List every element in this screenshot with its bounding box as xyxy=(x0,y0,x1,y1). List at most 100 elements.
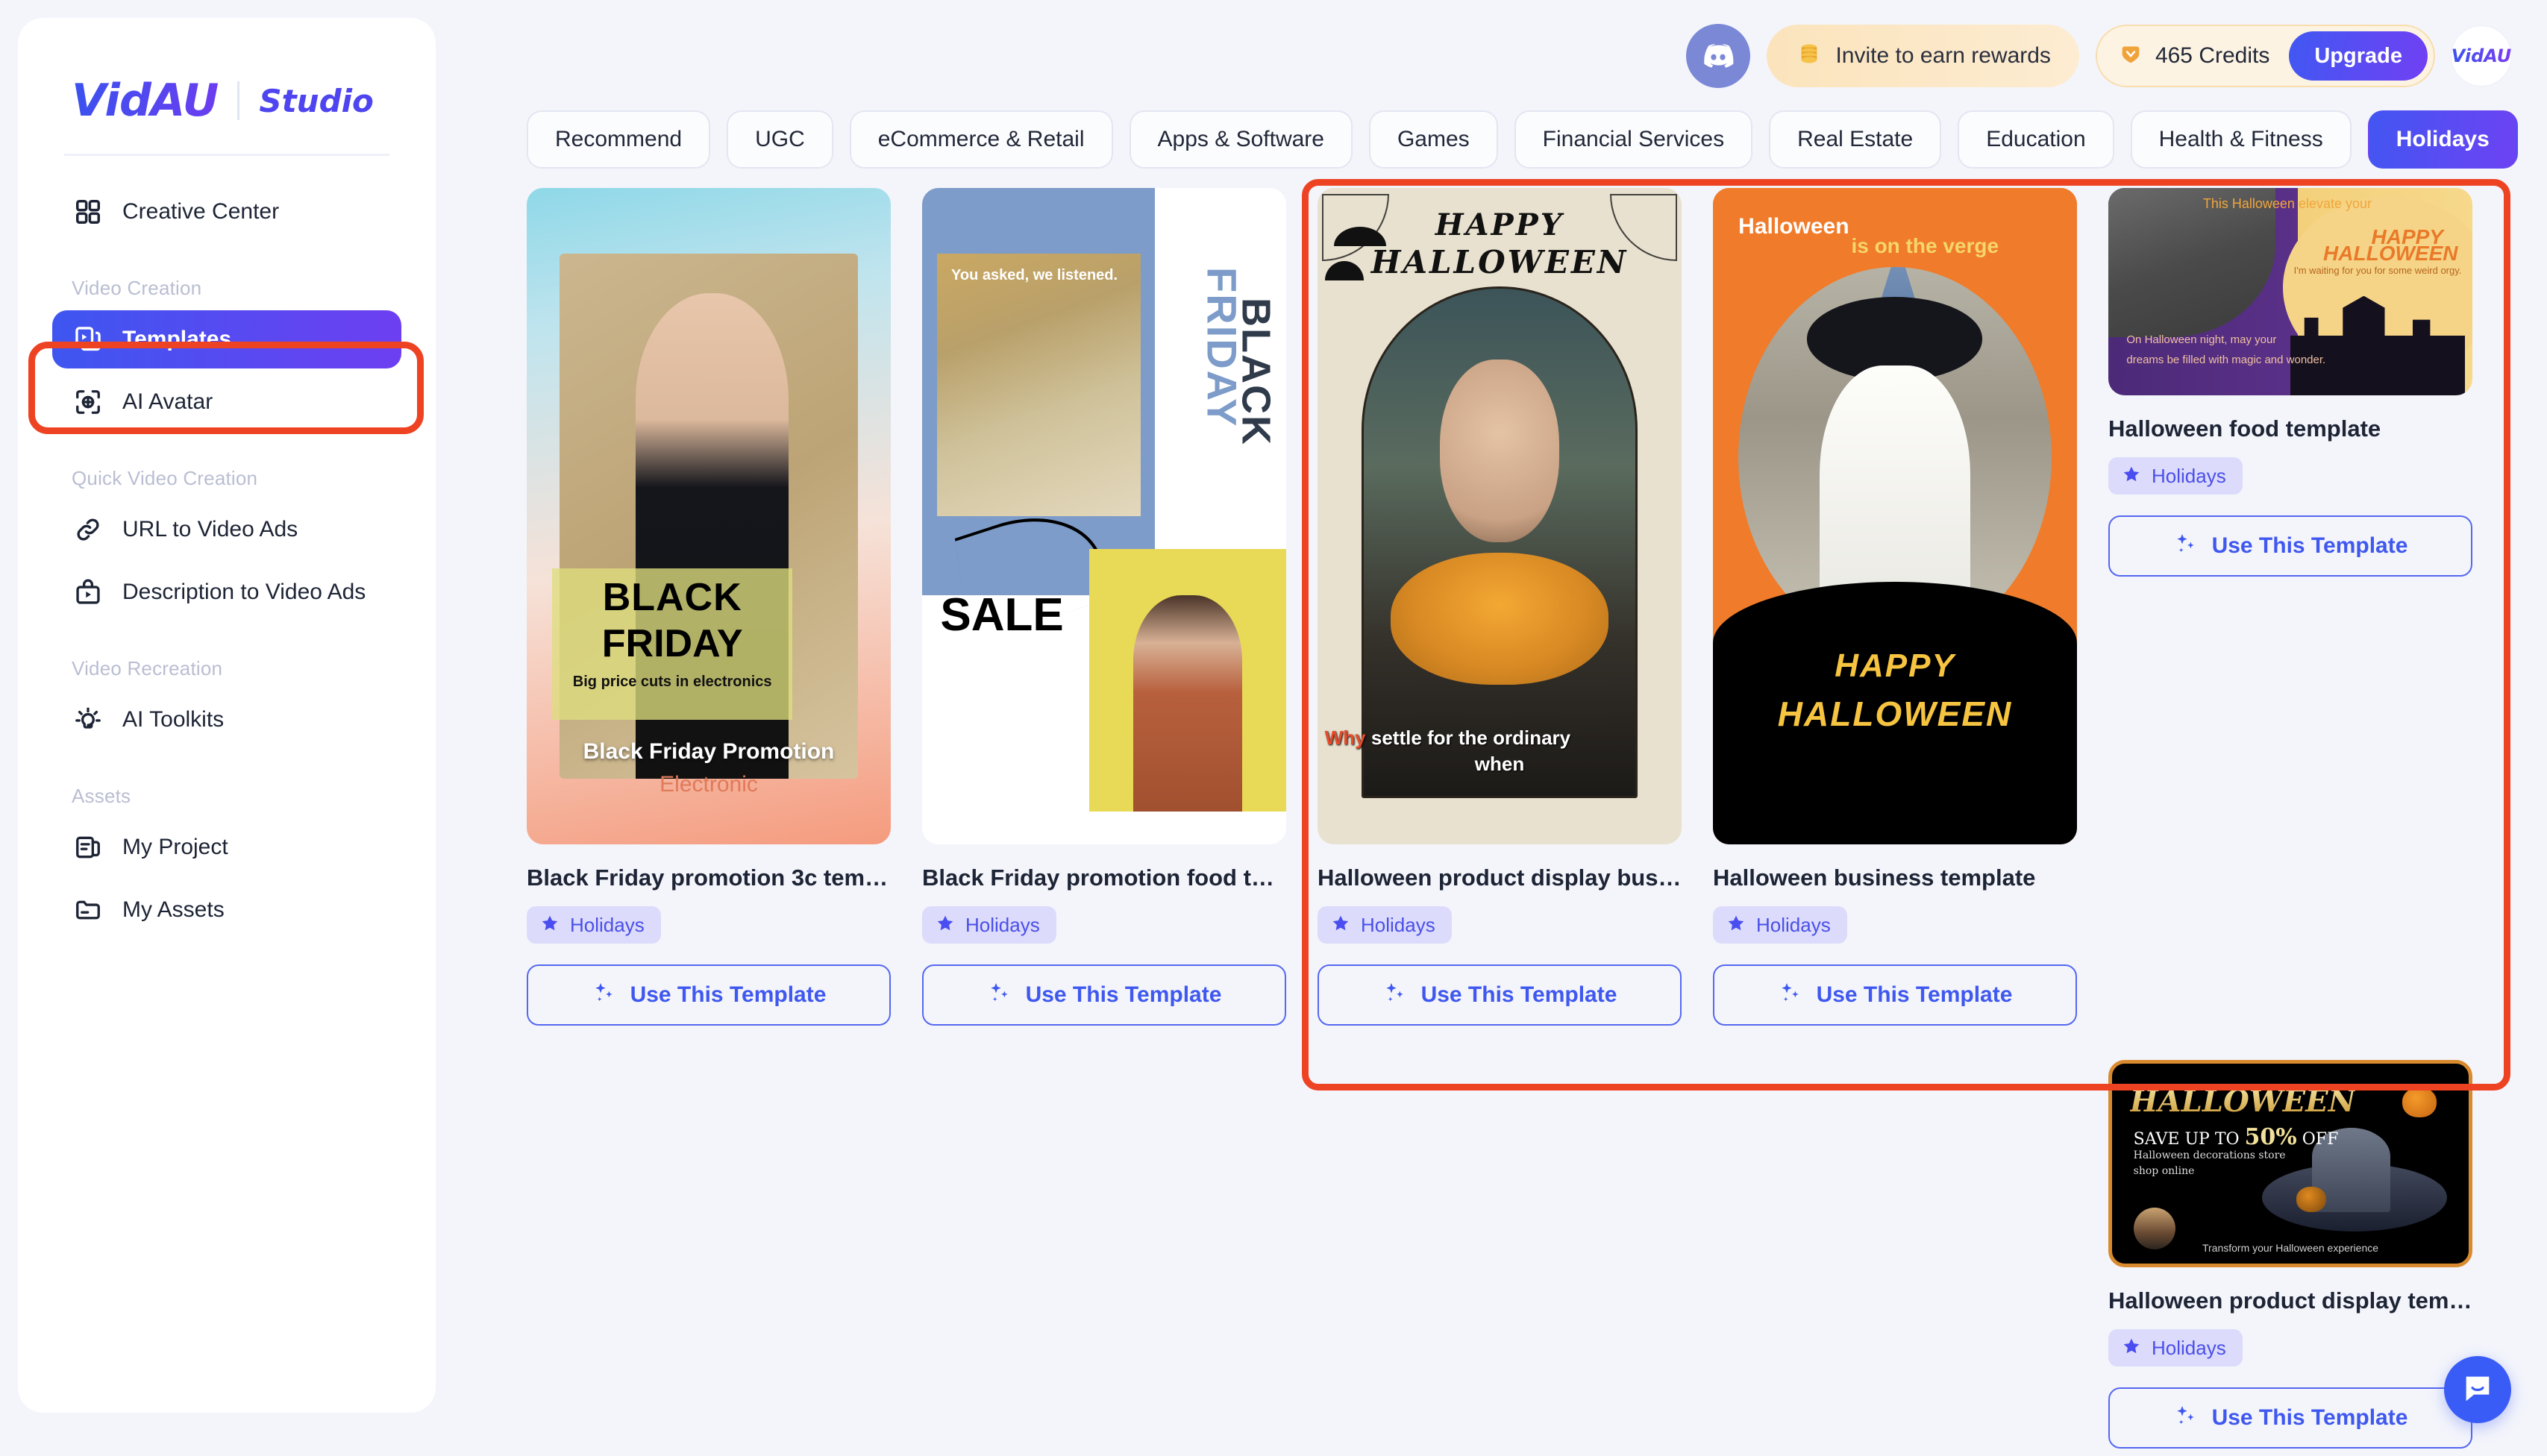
tab-apps-software[interactable]: Apps & Software xyxy=(1129,110,1353,169)
sidebar-item-my-project[interactable]: My Project xyxy=(52,818,401,876)
template-card[interactable]: Halloween is on the verge HAPPY HALLOWEE… xyxy=(1713,188,2077,1026)
brand-logo[interactable]: VidAU Studio xyxy=(18,18,436,137)
template-grid: BLACK FRIDAY Big price cuts in electroni… xyxy=(527,188,2511,1449)
status-badge: Holidays xyxy=(1318,906,1452,944)
discord-button[interactable] xyxy=(1686,24,1751,88)
template-card[interactable]: You asked, we listened. BLACK FRIDAY SAL… xyxy=(922,188,1286,1026)
invite-to-earn-rewards-button[interactable]: Invite to earn rewards xyxy=(1767,25,2079,87)
template-thumbnail[interactable]: Halloween is on the verge HAPPY HALLOWEE… xyxy=(1713,188,2077,844)
use-this-template-button[interactable]: Use This Template xyxy=(1713,964,2077,1026)
badge-label: Holidays xyxy=(965,913,1040,936)
sidebar: VidAU Studio Creative Center Video Creat… xyxy=(18,18,436,1413)
template-card[interactable]: This Halloween elevate your HAPPY HALLOW… xyxy=(2108,188,2472,1026)
tab-real-estate[interactable]: Real Estate xyxy=(1769,110,1942,169)
tab-education[interactable]: Education xyxy=(1958,110,2114,169)
brand-name: VidAU xyxy=(72,75,219,127)
sparkle-icon xyxy=(592,980,615,1010)
status-badge: Holidays xyxy=(527,906,661,944)
star-icon xyxy=(936,914,955,937)
sparkle-icon xyxy=(1382,980,1406,1010)
sidebar-item-creative-center[interactable]: Creative Center xyxy=(52,183,401,241)
category-tabs: Recommend UGC eCommerce & Retail Apps & … xyxy=(527,110,2518,169)
brand-sub: Studio xyxy=(259,82,374,119)
badge-label: Holidays xyxy=(2152,464,2226,487)
thumb-caption: Black Friday Promotion xyxy=(583,739,835,765)
use-this-template-button[interactable]: Use This Template xyxy=(1318,964,1682,1026)
sidebar-item-label: AI Toolkits xyxy=(122,707,225,732)
avatar-frame-icon xyxy=(72,386,104,418)
star-icon xyxy=(540,914,560,937)
sidebar-item-templates[interactable]: Templates xyxy=(52,310,401,368)
star-icon xyxy=(1726,914,1746,937)
thumb-text: FRIDAY xyxy=(601,621,743,665)
template-thumbnail[interactable]: You asked, we listened. BLACK FRIDAY SAL… xyxy=(922,188,1286,844)
invite-label: Invite to earn rewards xyxy=(1835,43,2051,68)
tab-holidays[interactable]: Holidays xyxy=(2367,110,2518,169)
template-card[interactable]: HALLOWEEN SAVE UP TO 50% OFF Halloween d… xyxy=(2108,1060,2472,1449)
sparkle-icon xyxy=(1778,980,1802,1010)
avatar[interactable]: VidAU xyxy=(2452,26,2511,86)
chat-bubble-icon xyxy=(2460,1371,2495,1409)
upgrade-button[interactable]: Upgrade xyxy=(2289,31,2428,81)
use-this-template-button[interactable]: Use This Template xyxy=(527,964,891,1026)
thumb-text: HALLOWEEN xyxy=(1777,694,2013,733)
template-thumbnail[interactable]: BLACK FRIDAY Big price cuts in electroni… xyxy=(527,188,891,844)
sidebar-item-url-to-video-ads[interactable]: URL to Video Ads xyxy=(52,501,401,559)
thumb-text: This Halloween elevate your xyxy=(2202,196,2372,212)
star-icon xyxy=(2122,1337,2141,1360)
status-badge: Holidays xyxy=(922,906,1056,944)
document-icon xyxy=(72,831,104,864)
status-badge: Holidays xyxy=(1713,906,1847,944)
thumb-text: HAPPY xyxy=(1835,647,1955,684)
template-title: Black Friday promotion 3c templ... xyxy=(527,865,891,891)
template-thumbnail[interactable]: HAPPY HALLOWEEN Why settle for the ordin… xyxy=(1318,188,1682,844)
tab-ecommerce-retail[interactable]: eCommerce & Retail xyxy=(849,110,1113,169)
chat-support-button[interactable] xyxy=(2444,1356,2511,1423)
status-badge: Holidays xyxy=(2108,1329,2243,1367)
credits-pill[interactable]: 465 Credits Upgrade xyxy=(2095,25,2435,87)
badge-label: Holidays xyxy=(2152,1336,2226,1359)
bag-play-icon xyxy=(72,576,104,609)
sparkle-icon xyxy=(987,980,1011,1010)
credit-diamond-icon xyxy=(2118,42,2143,71)
sidebar-item-label: Description to Video Ads xyxy=(122,580,366,604)
use-template-label: Use This Template xyxy=(2211,1405,2408,1431)
tab-games[interactable]: Games xyxy=(1368,110,1498,169)
top-header: Invite to earn rewards 465 Credits Upgra… xyxy=(448,0,2547,112)
sidebar-item-ai-avatar[interactable]: AI Avatar xyxy=(52,373,401,431)
tab-ugc[interactable]: UGC xyxy=(727,110,833,169)
thumb-caption: when xyxy=(1474,752,1525,775)
use-this-template-button[interactable]: Use This Template xyxy=(2108,515,2472,577)
template-thumbnail[interactable]: This Halloween elevate your HAPPY HALLOW… xyxy=(2108,188,2472,395)
tab-recommend[interactable]: Recommend xyxy=(527,110,711,169)
thumb-text: HALLOWEEN xyxy=(1370,243,1629,280)
coins-icon xyxy=(1795,40,1823,72)
template-title: Halloween business template xyxy=(1713,865,2036,891)
tab-financial-services[interactable]: Financial Services xyxy=(1514,110,1753,169)
badge-label: Holidays xyxy=(1361,913,1435,936)
thumb-caption: Electronic xyxy=(660,772,758,797)
use-template-label: Use This Template xyxy=(1816,982,2013,1008)
thumb-caption: Transform your Halloween experience xyxy=(2202,1241,2379,1254)
template-title: Halloween food template xyxy=(2108,415,2381,442)
sidebar-item-label: My Assets xyxy=(122,897,225,922)
template-card[interactable]: HAPPY HALLOWEEN Why settle for the ordin… xyxy=(1318,188,1682,1026)
sidebar-item-description-to-video-ads[interactable]: Description to Video Ads xyxy=(52,563,401,621)
use-this-template-button[interactable]: Use This Template xyxy=(2108,1387,2472,1449)
template-card[interactable]: BLACK FRIDAY Big price cuts in electroni… xyxy=(527,188,891,1026)
sidebar-item-label: URL to Video Ads xyxy=(122,517,298,542)
sidebar-group-video-creation: Video Creation xyxy=(72,277,202,299)
thumb-caption: Why settle for the ordinary xyxy=(1324,726,1571,749)
sidebar-item-my-assets[interactable]: My Assets xyxy=(52,881,401,939)
badge-label: Holidays xyxy=(1756,913,1831,936)
sidebar-group-video-recreation: Video Recreation xyxy=(72,657,223,680)
tab-health-fitness[interactable]: Health & Fitness xyxy=(2130,110,2352,169)
sidebar-item-ai-toolkits[interactable]: AI Toolkits xyxy=(52,691,401,749)
use-this-template-button[interactable]: Use This Template xyxy=(922,964,1286,1026)
star-icon xyxy=(1331,914,1350,937)
thumb-text: HALLOWEEN xyxy=(2323,242,2458,266)
template-title: Halloween product display templ... xyxy=(2108,1287,2472,1314)
use-template-label: Use This Template xyxy=(1025,982,1222,1008)
template-thumbnail[interactable]: HALLOWEEN SAVE UP TO 50% OFF Halloween d… xyxy=(2108,1060,2472,1268)
thumb-text: On Halloween night, may your xyxy=(2126,333,2277,346)
